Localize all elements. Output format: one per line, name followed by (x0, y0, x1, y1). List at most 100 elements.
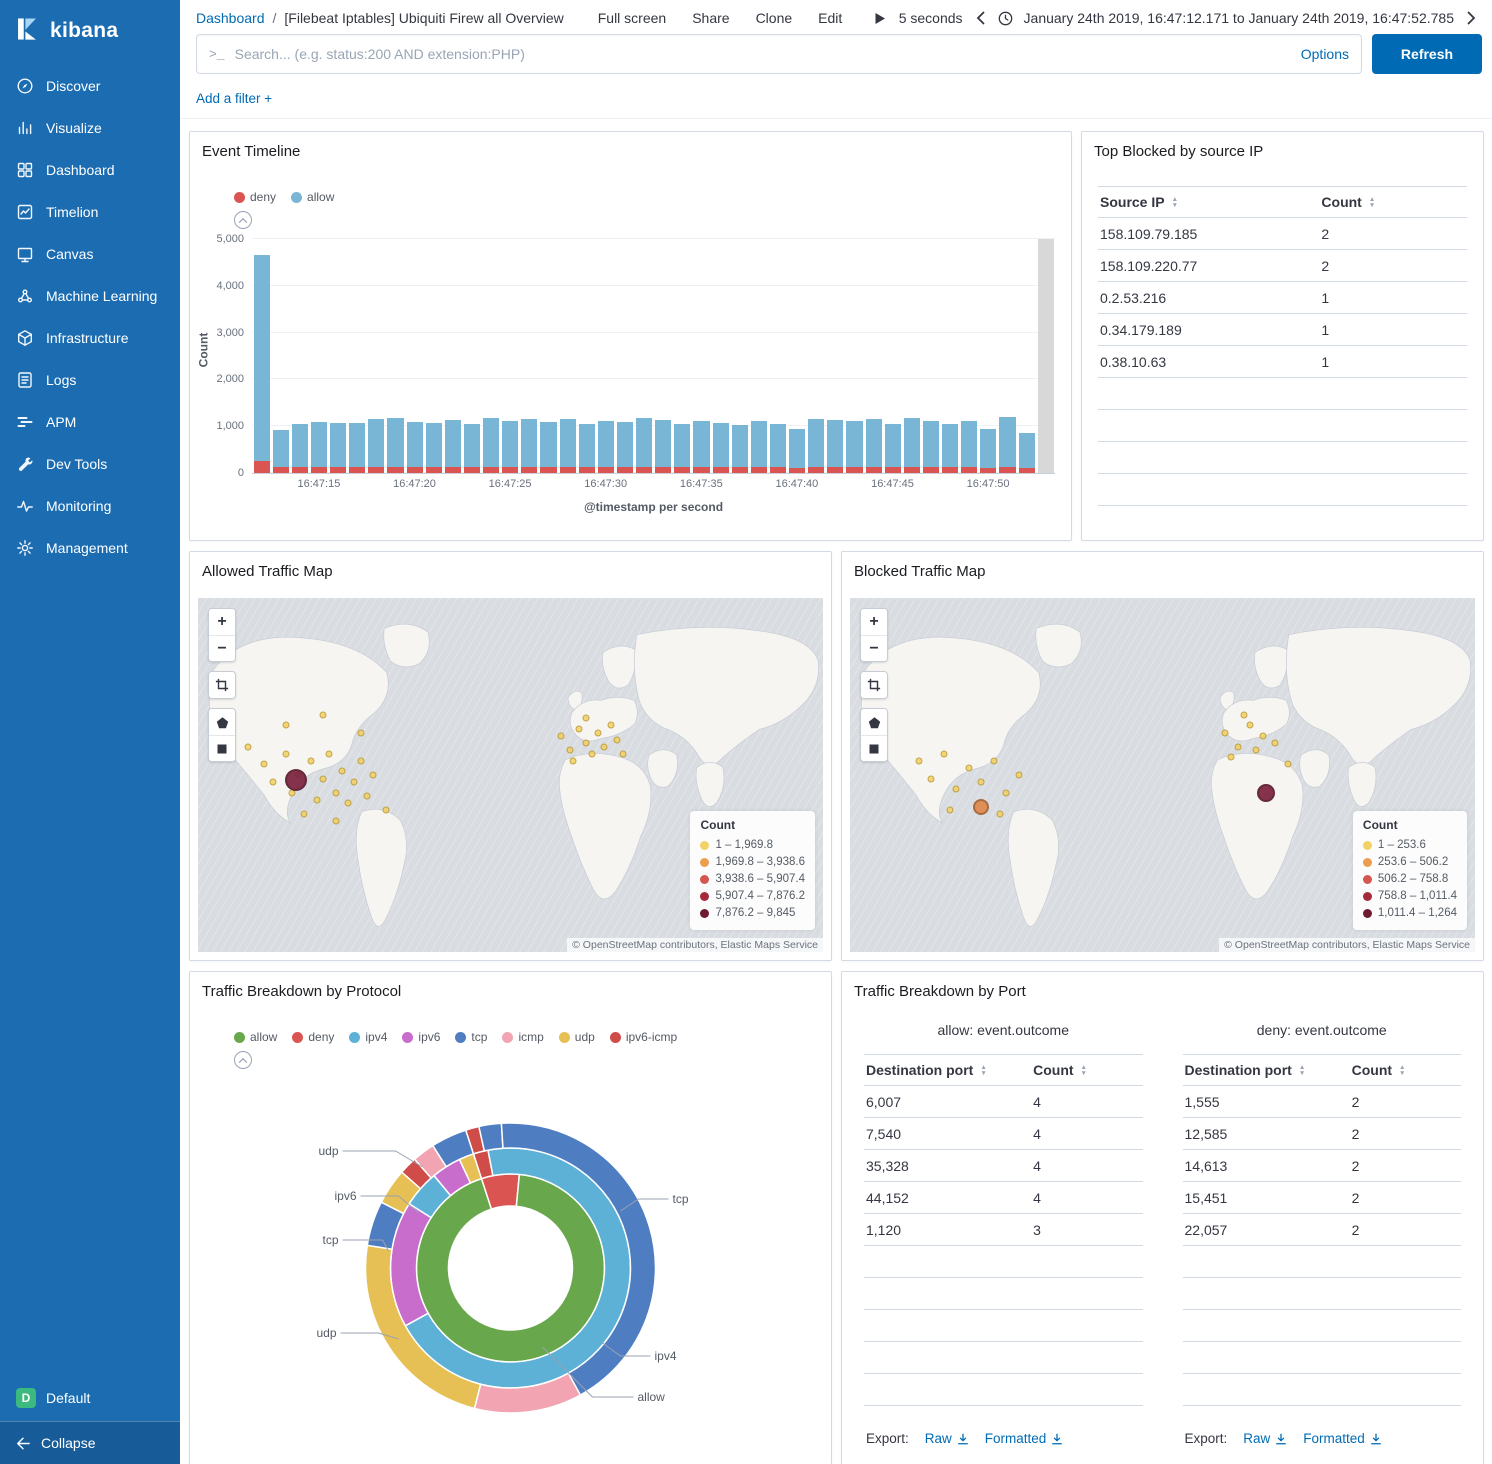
legend-item-ipv6-icmp[interactable]: ipv6-icmp (610, 1030, 677, 1044)
fit-bounds-button[interactable] (861, 672, 887, 698)
export-raw-link[interactable]: Raw (925, 1431, 969, 1446)
menu-full-screen[interactable]: Full screen (598, 10, 666, 26)
bar[interactable] (615, 239, 634, 473)
add-filter-link[interactable]: Add a filter + (196, 91, 272, 106)
bar[interactable] (443, 239, 462, 473)
kibana-logo[interactable]: kibana (0, 0, 180, 57)
time-back-button[interactable] (974, 9, 987, 27)
bar[interactable] (673, 239, 692, 473)
bar[interactable] (348, 239, 367, 473)
bar[interactable] (424, 239, 443, 473)
bar[interactable] (577, 239, 596, 473)
bar[interactable] (864, 239, 883, 473)
column-header-source-ip[interactable]: Source IP▲▼ (1098, 187, 1319, 218)
zoom-in-button[interactable]: + (209, 609, 235, 635)
sidebar-item-apm[interactable]: APM (0, 401, 180, 443)
bar[interactable] (405, 239, 424, 473)
bar[interactable] (386, 239, 405, 473)
zoom-in-button[interactable]: + (861, 609, 887, 635)
bar[interactable] (462, 239, 481, 473)
bar[interactable] (807, 239, 826, 473)
bar[interactable] (520, 239, 539, 473)
column-header-destination-port[interactable]: Destination port▲▼ (1183, 1055, 1350, 1086)
sidebar-item-infrastructure[interactable]: Infrastructure (0, 317, 180, 359)
bar[interactable] (960, 239, 979, 473)
bar[interactable] (309, 239, 328, 473)
draw-rectangle-button[interactable] (209, 735, 235, 761)
column-header-destination-port[interactable]: Destination port▲▼ (864, 1055, 1031, 1086)
sidebar-item-logs[interactable]: Logs (0, 359, 180, 401)
refresh-button[interactable]: Refresh (1372, 34, 1482, 74)
bar[interactable] (941, 239, 960, 473)
export-formatted-link[interactable]: Formatted (985, 1431, 1064, 1446)
menu-clone[interactable]: Clone (756, 10, 793, 26)
legend-item-tcp[interactable]: tcp (455, 1030, 487, 1044)
legend-item-ipv4[interactable]: ipv4 (349, 1030, 387, 1044)
bar[interactable] (482, 239, 501, 473)
breadcrumb-dashboard-link[interactable]: Dashboard (196, 10, 265, 26)
traffic-marker[interactable] (1257, 784, 1275, 802)
sidebar-item-dev-tools[interactable]: Dev Tools (0, 443, 180, 485)
sidebar-item-canvas[interactable]: Canvas (0, 233, 180, 275)
bar[interactable] (539, 239, 558, 473)
draw-polygon-button[interactable] (209, 709, 235, 735)
sidebar-item-management[interactable]: Management (0, 527, 180, 569)
time-range[interactable]: January 24th 2019, 16:47:12.171 to Janua… (1024, 10, 1454, 26)
blocked-traffic-map[interactable]: +−Count1 – 253.6253.6 – 506.2506.2 – 758… (850, 598, 1475, 952)
sidebar-item-machine-learning[interactable]: Machine Learning (0, 275, 180, 317)
sidebar-item-timelion[interactable]: Timelion (0, 191, 180, 233)
bar[interactable] (654, 239, 673, 473)
legend-item-deny[interactable]: deny (292, 1030, 334, 1044)
traffic-marker[interactable] (973, 799, 989, 815)
bar[interactable] (367, 239, 386, 473)
bar[interactable] (749, 239, 768, 473)
bar[interactable] (329, 239, 348, 473)
zoom-out-button[interactable]: − (209, 635, 235, 661)
bar[interactable] (692, 239, 711, 473)
bar[interactable] (290, 239, 309, 473)
bar[interactable] (902, 239, 921, 473)
sidebar-item-dashboard[interactable]: Dashboard (0, 149, 180, 191)
bar[interactable] (788, 239, 807, 473)
bar[interactable] (883, 239, 902, 473)
bar[interactable] (768, 239, 787, 473)
time-forward-button[interactable] (1465, 9, 1478, 27)
bar[interactable] (501, 239, 520, 473)
bar[interactable] (921, 239, 940, 473)
refresh-interval[interactable]: 5 seconds (899, 10, 963, 26)
column-header-count[interactable]: Count▲▼ (1350, 1055, 1461, 1086)
bar[interactable] (252, 239, 271, 473)
bar[interactable] (558, 239, 577, 473)
bar[interactable] (730, 239, 749, 473)
legend-item-deny[interactable]: deny (234, 190, 276, 204)
legend-item-udp[interactable]: udp (559, 1030, 595, 1044)
export-raw-link[interactable]: Raw (1243, 1431, 1287, 1446)
allowed-traffic-map[interactable]: +−Count1 – 1,969.81,969.8 – 3,938.63,938… (198, 598, 823, 952)
legend-item-allow[interactable]: allow (234, 1030, 277, 1044)
menu-edit[interactable]: Edit (818, 10, 842, 26)
sidebar-collapse-button[interactable]: Collapse (0, 1421, 180, 1464)
sidebar-item-discover[interactable]: Discover (0, 65, 180, 107)
draw-rectangle-button[interactable] (861, 735, 887, 761)
bar[interactable] (979, 239, 998, 473)
options-link[interactable]: Options (1301, 46, 1349, 62)
export-formatted-link[interactable]: Formatted (1303, 1431, 1382, 1446)
legend-collapse-icon[interactable] (234, 211, 252, 229)
column-header-count[interactable]: Count▲▼ (1319, 187, 1467, 218)
sidebar-item-monitoring[interactable]: Monitoring (0, 485, 180, 527)
menu-share[interactable]: Share (692, 10, 729, 26)
bar[interactable] (998, 239, 1017, 473)
bar[interactable] (826, 239, 845, 473)
draw-polygon-button[interactable] (861, 709, 887, 735)
space-switcher[interactable]: D Default (0, 1375, 180, 1421)
bar[interactable] (845, 239, 864, 473)
bar[interactable] (271, 239, 290, 473)
legend-collapse-icon[interactable] (234, 1051, 252, 1069)
legend-item-ipv6[interactable]: ipv6 (402, 1030, 440, 1044)
legend-item-icmp[interactable]: icmp (502, 1030, 543, 1044)
traffic-marker[interactable] (285, 769, 307, 791)
bar[interactable] (711, 239, 730, 473)
legend-item-allow[interactable]: allow (291, 190, 334, 204)
column-header-count[interactable]: Count▲▼ (1031, 1055, 1142, 1086)
bar[interactable] (1017, 239, 1036, 473)
